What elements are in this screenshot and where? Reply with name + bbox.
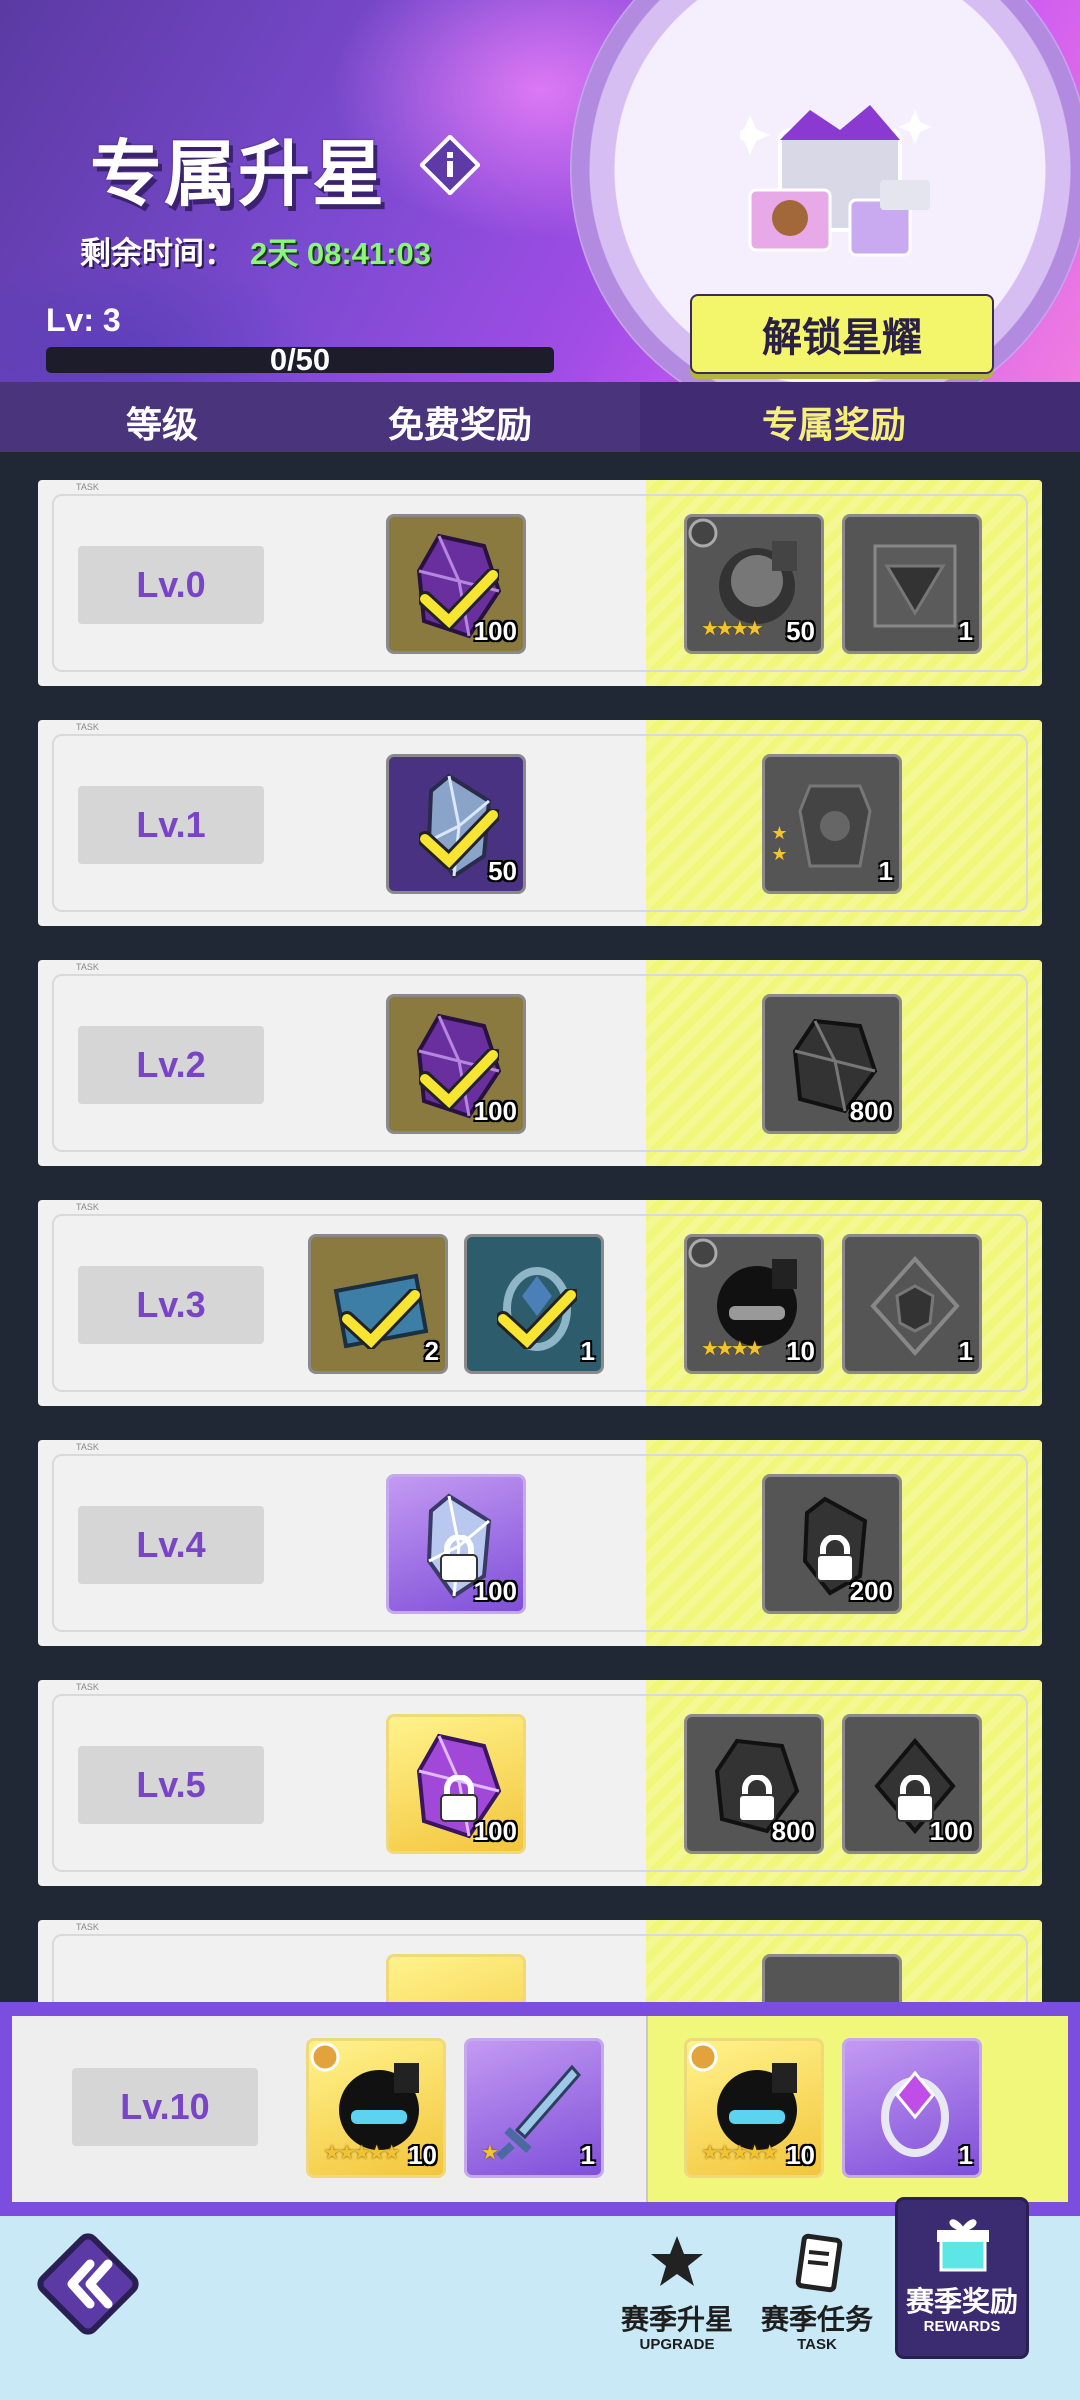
treasure-chest-icon: [740, 105, 932, 257]
reward-row: TASK Lv.4 100 200: [38, 1440, 1042, 1646]
reward-row: TASK Lv.5 100 800 100: [38, 1680, 1042, 1886]
remaining-time-label: 剩余时间：: [80, 236, 235, 271]
reward-item-weapon[interactable]: ★ 1: [464, 2038, 604, 2178]
milestone-row: Lv.10 ★★★★★ 10 ★ 1 ★★★★★ 10 1: [0, 2002, 1080, 2216]
reward-item-armor[interactable]: ★★ 1: [762, 754, 902, 894]
armor-icon: [798, 784, 872, 868]
reward-item-gem[interactable]: 100: [386, 514, 526, 654]
reward-item-avatar[interactable]: ★★★★ 50: [684, 514, 824, 654]
column-free-rewards: 免费奖励: [388, 404, 533, 445]
star-icon: [651, 2236, 703, 2286]
level-label: Lv.4: [78, 1506, 264, 1584]
reward-row: TASK Lv.1 50 ★★ 1: [38, 720, 1042, 926]
column-exclusive-rewards: 专属奖励: [762, 404, 907, 445]
header-banner: 专属升星 剩余时间： 2天 08:41:03 Lv: 3 0/50 解锁星耀: [0, 0, 1080, 382]
level-label: Lv.5: [78, 1746, 264, 1824]
reward-item-ring[interactable]: 1: [464, 1234, 604, 1374]
reward-row: TASK Lv.0 100 ★★★★ 50 1: [38, 480, 1042, 686]
reward-item-gem[interactable]: 100: [386, 1714, 526, 1854]
remaining-time-value: 2天 08:41:03: [250, 236, 431, 271]
nav-season-task[interactable]: 赛季任务 TASK: [752, 2232, 882, 2382]
level-label: Lv.2: [78, 1026, 264, 1104]
back-double-chevron-icon[interactable]: [30, 2226, 146, 2342]
check-icon: [497, 1289, 577, 1349]
page-title: 专属升星: [90, 135, 387, 215]
reward-item-gem[interactable]: 100: [842, 1714, 982, 1854]
reward-item-avatar[interactable]: ★★★★★ 10: [684, 2038, 824, 2178]
reward-item-gem[interactable]: [762, 1954, 902, 2002]
reward-item-ring[interactable]: 1: [842, 2038, 982, 2178]
column-header: 等级 免费奖励 专属奖励: [0, 382, 1080, 452]
reward-row: TASK Lv.3 2 1 ★★★★ 10 1: [38, 1200, 1042, 1406]
level-progress-bar: 0/50: [46, 342, 554, 377]
reward-item-ticket[interactable]: 2: [308, 1234, 448, 1374]
level-label: Lv.3: [78, 1266, 264, 1344]
dagger-icon: [496, 2064, 581, 2160]
check-icon: [341, 1289, 421, 1349]
nav-season-upgrade[interactable]: 赛季升星 UPGRADE: [612, 2232, 742, 2382]
column-level: 等级: [126, 404, 199, 445]
reward-item-crystal[interactable]: 50: [386, 754, 526, 894]
level-label: Lv.0: [78, 546, 264, 624]
reward-item-badge[interactable]: 1: [842, 1234, 982, 1374]
unlock-premium-button[interactable]: 解锁星耀: [690, 294, 994, 374]
reward-item-avatar[interactable]: ★★★★★ 10: [306, 2038, 446, 2178]
reward-item-avatar[interactable]: ★★★★ 10: [684, 1234, 824, 1374]
reward-item-gem[interactable]: 100: [386, 994, 526, 1134]
gift-icon: [937, 2219, 989, 2272]
ring-icon: [881, 2070, 949, 2157]
reward-row: TASK Lv.2 100 800: [38, 960, 1042, 1166]
task-scroll-icon: [795, 2233, 843, 2293]
reward-item-badge[interactable]: 1: [842, 514, 982, 654]
triangle-emblem-icon: [873, 544, 957, 628]
check-icon: [419, 809, 499, 869]
reward-item-crystal[interactable]: 100: [386, 1474, 526, 1614]
reward-item-gem[interactable]: 200: [762, 1474, 902, 1614]
level-label: Lv.1: [78, 786, 264, 864]
reward-item-gem[interactable]: 800: [762, 994, 902, 1134]
info-icon[interactable]: [420, 135, 480, 195]
current-level: Lv: 3: [46, 302, 121, 338]
level-label: Lv.10: [72, 2068, 258, 2146]
nav-season-rewards[interactable]: 赛季奖励 REWARDS: [898, 2200, 1026, 2356]
progress-text: 0/50: [269, 342, 331, 377]
reward-item-gem[interactable]: [386, 1954, 526, 2002]
reward-item-gem[interactable]: 800: [684, 1714, 824, 1854]
reward-row-partial: TASK: [38, 1920, 1042, 2002]
reward-list[interactable]: TASK Lv.0 100 ★★★★ 50 1 TASK Lv.1 50 ★★ …: [0, 452, 1080, 2002]
shield-emblem-icon: [870, 1255, 960, 1357]
